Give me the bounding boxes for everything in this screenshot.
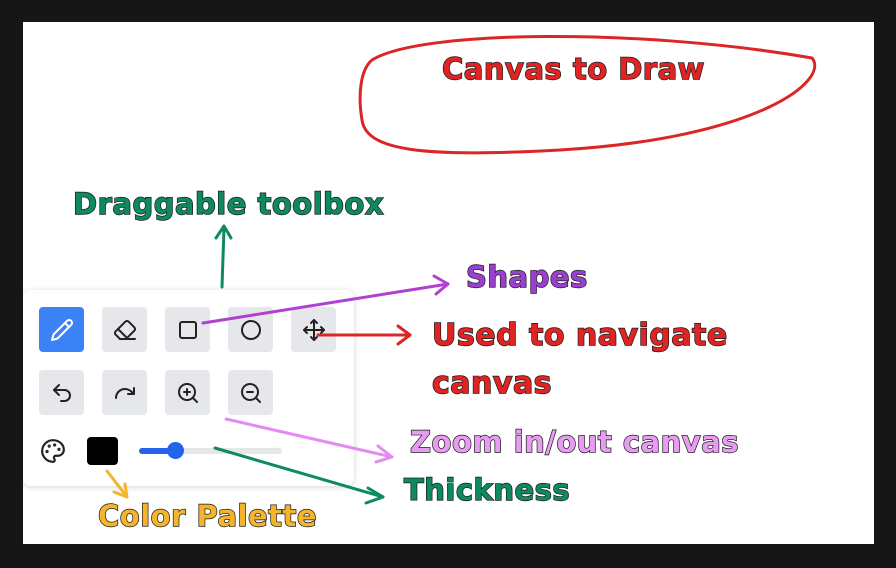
zoom-label: Zoom in/out canvas [409, 424, 740, 459]
navigate-label-line1: Used to navigate [431, 317, 728, 353]
undo-icon [52, 383, 71, 402]
move-tool-button[interactable] [291, 307, 336, 352]
zoom-out-icon [240, 382, 261, 403]
move-icon [302, 318, 325, 341]
undo-button[interactable] [39, 370, 84, 415]
palette-label: Color Palette [97, 498, 318, 533]
thickness-label: Thickness [403, 472, 571, 507]
selected-color-swatch[interactable] [87, 437, 118, 465]
redo-button[interactable] [102, 370, 147, 415]
shapes-label: Shapes [465, 259, 588, 294]
color-palette-button[interactable] [40, 438, 66, 464]
circle-tool-button[interactable] [228, 307, 273, 352]
toolbox-label: Draggable toolbox [72, 186, 385, 221]
pencil-icon [50, 318, 73, 341]
thickness-slider[interactable] [139, 442, 282, 459]
rectangle-tool-button[interactable] [165, 307, 210, 352]
eraser-icon [113, 319, 136, 340]
pencil-tool-button[interactable] [39, 307, 84, 352]
palette-icon [41, 439, 65, 463]
navigate-label-line2: canvas [431, 365, 553, 401]
slider-thumb[interactable] [166, 442, 184, 459]
zoom-in-icon [177, 382, 198, 403]
zoom-in-button[interactable] [165, 370, 210, 415]
redo-icon [114, 386, 135, 399]
eraser-tool-button[interactable] [102, 307, 147, 352]
circle-icon [240, 319, 261, 340]
square-icon [178, 320, 197, 339]
zoom-out-button[interactable] [228, 370, 273, 415]
canvas-label: Canvas to Draw [441, 51, 705, 86]
